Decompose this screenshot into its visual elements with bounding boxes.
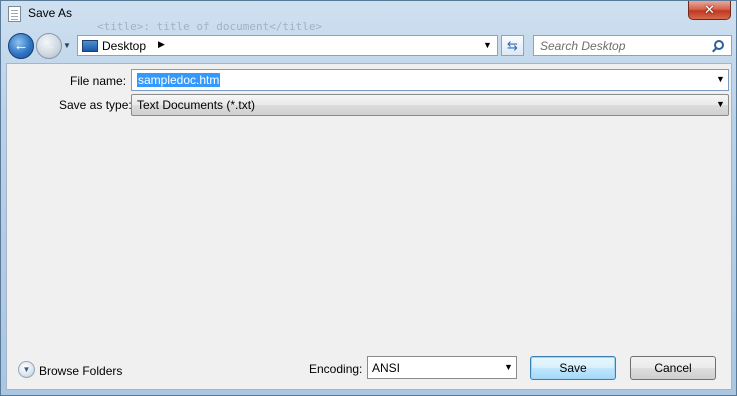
forward-button[interactable]: → xyxy=(36,33,62,59)
refresh-button[interactable]: ⇆ xyxy=(501,35,524,56)
save-as-type-label: Save as type: xyxy=(59,98,132,112)
breadcrumb-desktop[interactable]: Desktop xyxy=(102,39,146,53)
window-title: Save As xyxy=(28,6,73,20)
file-name-label: File name: xyxy=(70,74,127,88)
encoding-select[interactable]: ANSI ▼ xyxy=(367,356,517,379)
address-bar[interactable]: Desktop ▶ ▼ xyxy=(77,35,498,56)
save-button[interactable]: Save xyxy=(530,356,616,380)
browse-folders-button[interactable]: Browse Folders xyxy=(39,364,122,378)
close-button[interactable]: ✕ xyxy=(688,1,731,20)
file-name-value[interactable]: sampledoc.htm xyxy=(137,73,221,87)
notepad-document-icon xyxy=(8,6,21,22)
title-bar[interactable]: Save As <title>: title of document</titl… xyxy=(1,1,736,33)
recent-pages-dropdown-icon[interactable]: ▼ xyxy=(63,41,73,51)
forward-arrow-icon: → xyxy=(41,37,57,54)
background-text: <title>: title of document</title> xyxy=(97,20,323,33)
encoding-label: Encoding: xyxy=(309,362,363,376)
desktop-icon xyxy=(82,40,98,52)
search-icon[interactable] xyxy=(714,40,724,50)
file-name-input[interactable]: sampledoc.htm ▼ xyxy=(131,69,729,91)
chevron-right-icon[interactable]: ▶ xyxy=(158,39,165,50)
address-dropdown-icon[interactable]: ▼ xyxy=(483,40,492,50)
chevron-down-icon[interactable]: ▼ xyxy=(716,99,725,109)
search-box[interactable]: Search Desktop xyxy=(533,35,732,56)
save-as-type-value: Text Documents (*.txt) xyxy=(137,98,256,112)
chevron-down-icon[interactable]: ▼ xyxy=(504,362,513,372)
back-arrow-icon: ← xyxy=(13,37,29,54)
save-as-type-select[interactable]: Text Documents (*.txt) ▼ xyxy=(131,94,729,116)
save-as-dialog: Save As <title>: title of document</titl… xyxy=(0,0,737,396)
back-button[interactable]: ← xyxy=(8,33,34,59)
refresh-icon: ⇆ xyxy=(507,38,518,53)
expand-chevron-icon[interactable]: ▼ xyxy=(18,361,35,378)
search-input[interactable]: Search Desktop xyxy=(540,39,625,53)
encoding-value: ANSI xyxy=(372,361,401,375)
chevron-down-icon[interactable]: ▼ xyxy=(716,74,725,84)
cancel-button[interactable]: Cancel xyxy=(630,356,716,380)
dialog-content: File name: sampledoc.htm ▼ Save as type:… xyxy=(6,63,732,390)
